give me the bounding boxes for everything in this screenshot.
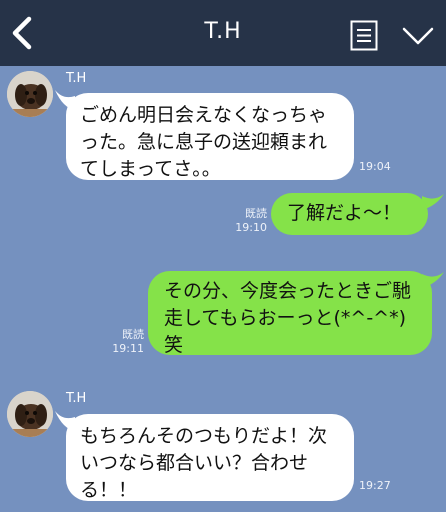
dog-photo-icon [7,391,53,437]
message-bubble-outgoing[interactable]: 了解だよ〜！ [271,193,428,235]
chat-header: T.H [0,0,446,66]
message-time: 19:27 [359,479,391,492]
avatar[interactable] [7,391,53,437]
message-bubble-incoming[interactable]: もちろんそのつもりだよ！次いつなら都合いい？合わせる！！ [66,414,354,501]
message-time: 19:11 [112,342,144,355]
read-receipt: 既読 [122,328,144,341]
menu-dropdown-button[interactable] [402,26,434,46]
sender-name: T.H [66,391,87,406]
read-receipt: 既読 [245,207,267,220]
message-time: 19:04 [359,160,391,173]
note-list-icon [350,20,378,51]
avatar[interactable] [7,71,53,117]
message-time: 19:10 [235,221,267,234]
notes-button[interactable] [350,20,378,51]
dog-photo-icon [7,71,53,117]
message-bubble-incoming[interactable]: ごめん明日会えなくなっちゃった。急に息子の送迎頼まれてしまってさ。。 [66,93,354,180]
chat-title: T.H [204,19,242,44]
message-bubble-outgoing[interactable]: その分、今度会ったときご馳走してもらおーっと(*^-^*)笑 [148,271,432,356]
sender-name: T.H [66,71,87,86]
chevron-down-icon [402,27,434,45]
